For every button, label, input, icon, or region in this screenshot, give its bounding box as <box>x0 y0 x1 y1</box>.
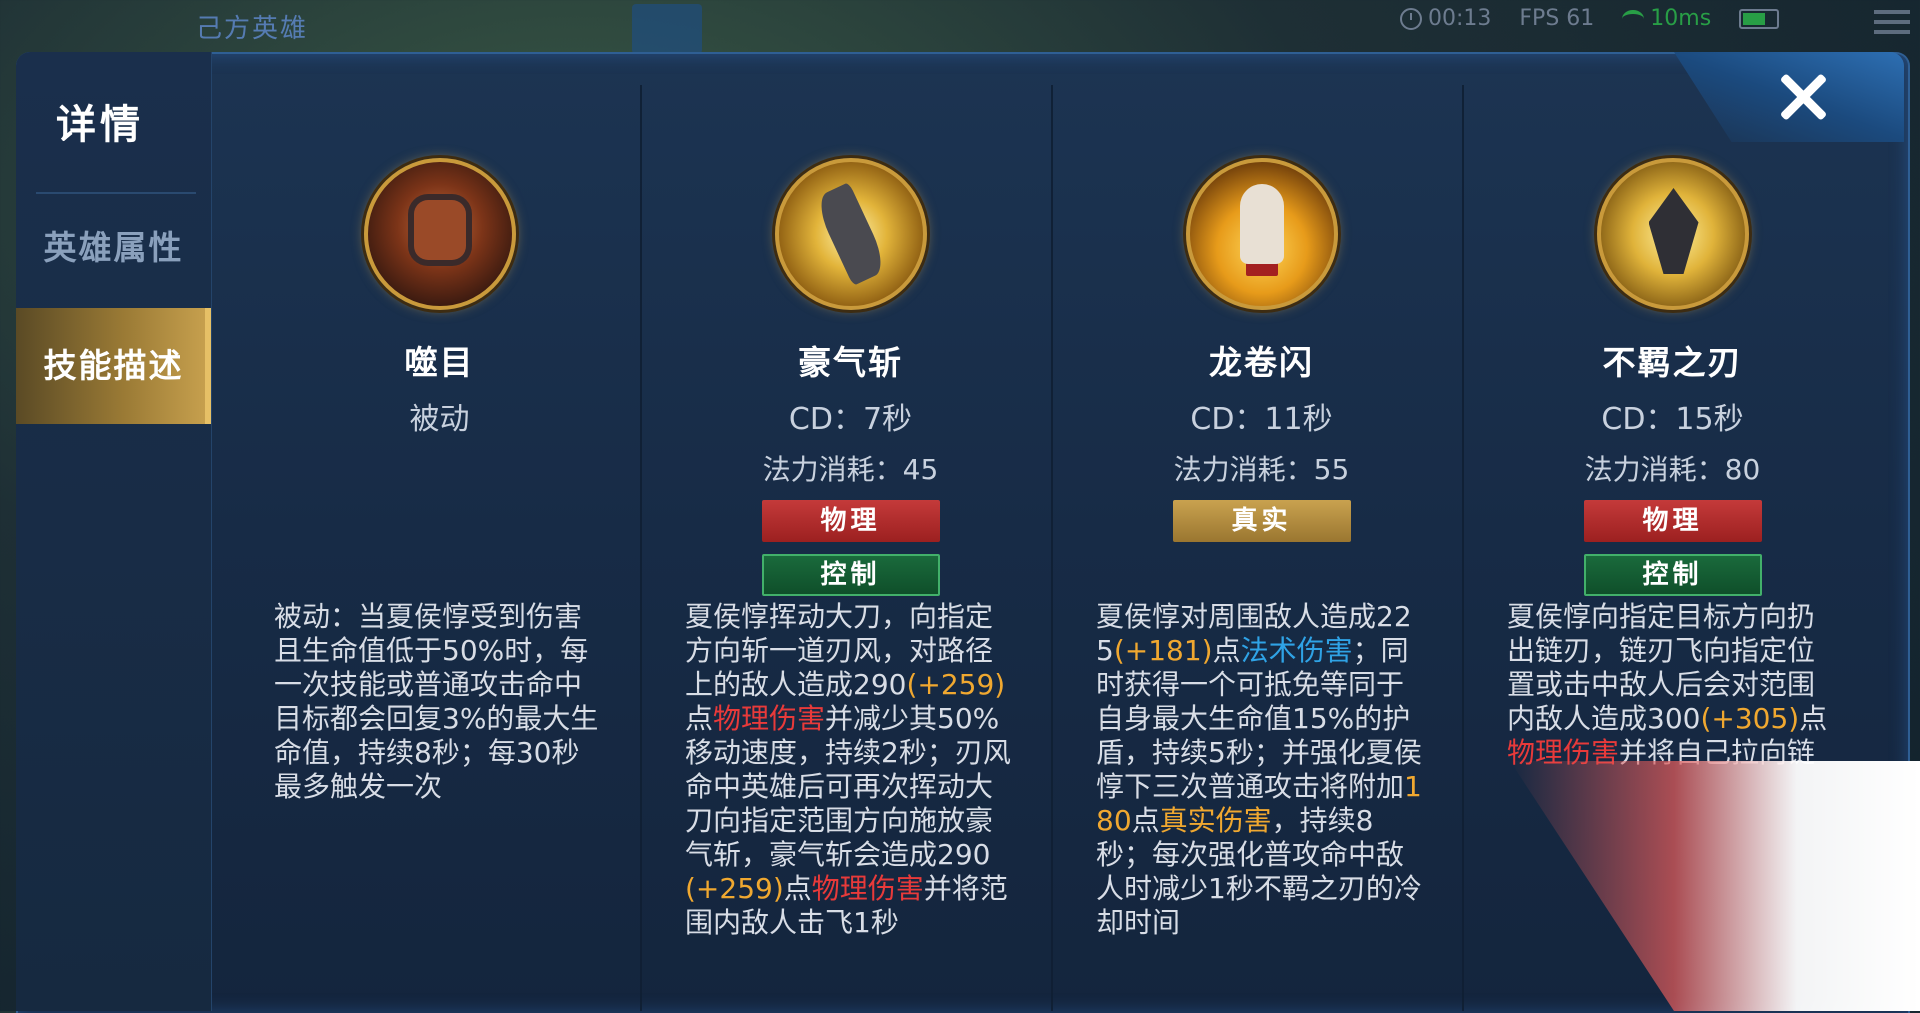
skill-cooldown: CD：15秒 <box>1601 402 1744 437</box>
skill-cooldown: CD：7秒 <box>788 402 913 437</box>
skill-mana-cost: 法力消耗：80 <box>1584 453 1761 486</box>
fist-icon[interactable] <box>363 158 516 310</box>
team-label: 己方英雄 <box>196 14 309 44</box>
skill-card-3: 不羁之刃 CD：15秒 法力消耗：80 物理 控制 <box>1467 150 1878 596</box>
ping-indicator: 10ms <box>1622 6 1711 31</box>
skill-card-2: 龙卷闪 CD：11秒 法力消耗：55 真实 <box>1056 150 1467 542</box>
damage-type-badge: 物理 <box>1583 500 1762 542</box>
clock-icon <box>1400 7 1422 30</box>
close-icon[interactable] <box>1776 70 1830 124</box>
tab-skill-description[interactable]: 技能描述 <box>16 308 211 424</box>
highlight-text: (+259) <box>906 668 1006 701</box>
skill-type: 被动 <box>409 402 470 437</box>
skill-name: 豪气斩 <box>798 343 903 382</box>
skill-name: 噬目 <box>404 343 475 382</box>
skill-mana-cost: 法力消耗：45 <box>762 453 939 486</box>
match-time: 00:13 <box>1428 6 1492 31</box>
tab-hero-attributes[interactable]: 英雄属性 <box>16 190 211 306</box>
highlight-text: (+305) <box>1700 702 1800 735</box>
highlight-text: 物理伤害 <box>713 702 826 735</box>
skill-description: 被动：当夏侯惇受到伤害且生命值低于50%时，每一次技能或普通攻击命中目标都会回复… <box>274 600 604 804</box>
panel-title: 详情 <box>56 102 144 148</box>
wifi-icon <box>1622 9 1645 28</box>
description-text: 点 <box>783 872 812 905</box>
sidebar: 详情 英雄属性 技能描述 <box>16 52 212 1011</box>
skill-description: 夏侯惇向指定目标方向扔出链刃，链刃飞向指定位置或击中敌人后会对范围内敌人造成30… <box>1507 600 1837 770</box>
skill-description: 夏侯惇对周围敌人造成225(+181)点法术伤害；同时获得一个可抵免等同于自身最… <box>1096 600 1426 940</box>
damage-type-badge: 物理 <box>761 500 940 542</box>
skill-card-1: 豪气斩 CD：7秒 法力消耗：45 物理 控制 <box>645 150 1056 596</box>
description-text: 被动：当夏侯惇受到伤害且生命值低于50%时，每一次技能或普通攻击命中目标都会回复… <box>274 600 599 803</box>
highlight-text: (+259) <box>685 872 784 905</box>
description-text: 点 <box>1799 702 1828 735</box>
battery-icon <box>1739 8 1780 29</box>
highlight-text: 法术伤害 <box>1240 634 1353 667</box>
highlight-text: (+181) <box>1113 634 1213 667</box>
fps-counter: FPS 61 <box>1519 6 1595 31</box>
description-text: 并将自己拉向链 <box>1619 736 1816 769</box>
whirlwind-icon[interactable] <box>1185 158 1338 310</box>
hud-x-icon <box>632 4 702 54</box>
control-badge: 控制 <box>1583 554 1762 596</box>
highlight-text: 物理伤害 <box>1507 736 1620 769</box>
description-text: 点 <box>1131 804 1160 837</box>
highlight-text: 物理伤害 <box>811 872 924 905</box>
status-bar: 00:13 FPS 61 10ms <box>1400 6 1780 31</box>
highlight-text: 真实伤害 <box>1159 804 1272 837</box>
skill-name: 龙卷闪 <box>1209 343 1314 382</box>
skill-name: 不羁之刃 <box>1602 343 1743 382</box>
blade-icon[interactable] <box>774 158 927 310</box>
ping-value: 10ms <box>1650 6 1712 31</box>
skill-card-passive: 噬目 被动 <box>234 150 645 438</box>
chain-blade-icon[interactable] <box>1596 158 1749 310</box>
description-text: 点 <box>1212 634 1241 667</box>
skill-description: 夏侯惇挥动大刀，向指定方向斩一道刃风，对路径上的敌人造成290(+259)点物理… <box>685 600 1015 940</box>
skill-mana-cost: 法力消耗：55 <box>1173 453 1350 486</box>
match-timer: 00:13 <box>1400 6 1491 31</box>
description-text: 点 <box>685 702 714 735</box>
damage-type-badge: 真实 <box>1172 500 1351 542</box>
skill-cooldown: CD：11秒 <box>1190 402 1333 437</box>
control-badge: 控制 <box>761 554 940 596</box>
menu-icon[interactable] <box>1874 10 1910 38</box>
